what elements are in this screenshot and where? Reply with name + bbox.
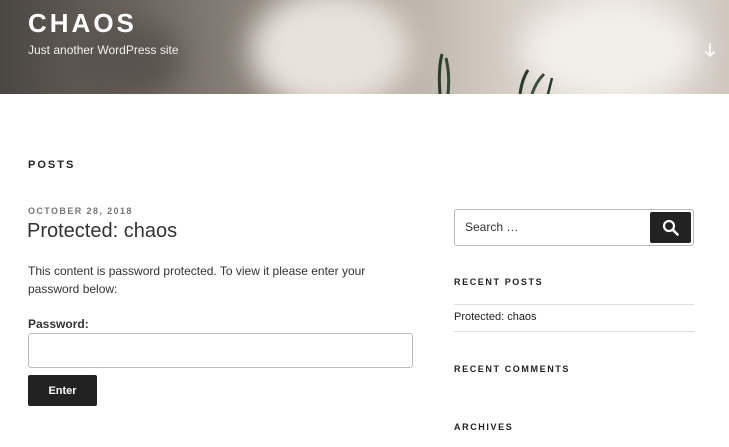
recent-comments-heading: RECENT COMMENTS bbox=[454, 364, 570, 374]
site-header: CHAOS Just another WordPress site bbox=[0, 0, 729, 94]
divider bbox=[454, 331, 694, 332]
site-title[interactable]: CHAOS bbox=[28, 8, 137, 39]
header-background-blur bbox=[250, 0, 410, 94]
password-input[interactable] bbox=[28, 333, 413, 368]
plant-image bbox=[437, 53, 554, 94]
password-protected-message: This content is password protected. To v… bbox=[28, 264, 366, 296]
recent-posts-heading: RECENT POSTS bbox=[454, 277, 544, 287]
search-button[interactable] bbox=[650, 212, 691, 243]
post-title[interactable]: Protected: chaos bbox=[27, 220, 177, 243]
recent-post-link[interactable]: Protected: chaos bbox=[454, 311, 537, 323]
post-date-link[interactable]: OCTOBER 28, 2018 bbox=[28, 206, 133, 216]
search-input[interactable]: Search … bbox=[465, 220, 518, 234]
archives-heading: ARCHIVES bbox=[454, 422, 514, 432]
divider bbox=[454, 304, 694, 305]
password-label: Password: bbox=[28, 317, 89, 331]
site-tagline: Just another WordPress site bbox=[28, 43, 179, 57]
enter-button[interactable]: Enter bbox=[28, 375, 97, 406]
arrow-down-icon bbox=[704, 43, 716, 58]
posts-heading: POSTS bbox=[28, 159, 76, 171]
scroll-down-arrow-icon[interactable] bbox=[700, 42, 720, 62]
search-form: Search … bbox=[454, 209, 694, 246]
search-icon bbox=[662, 219, 679, 236]
